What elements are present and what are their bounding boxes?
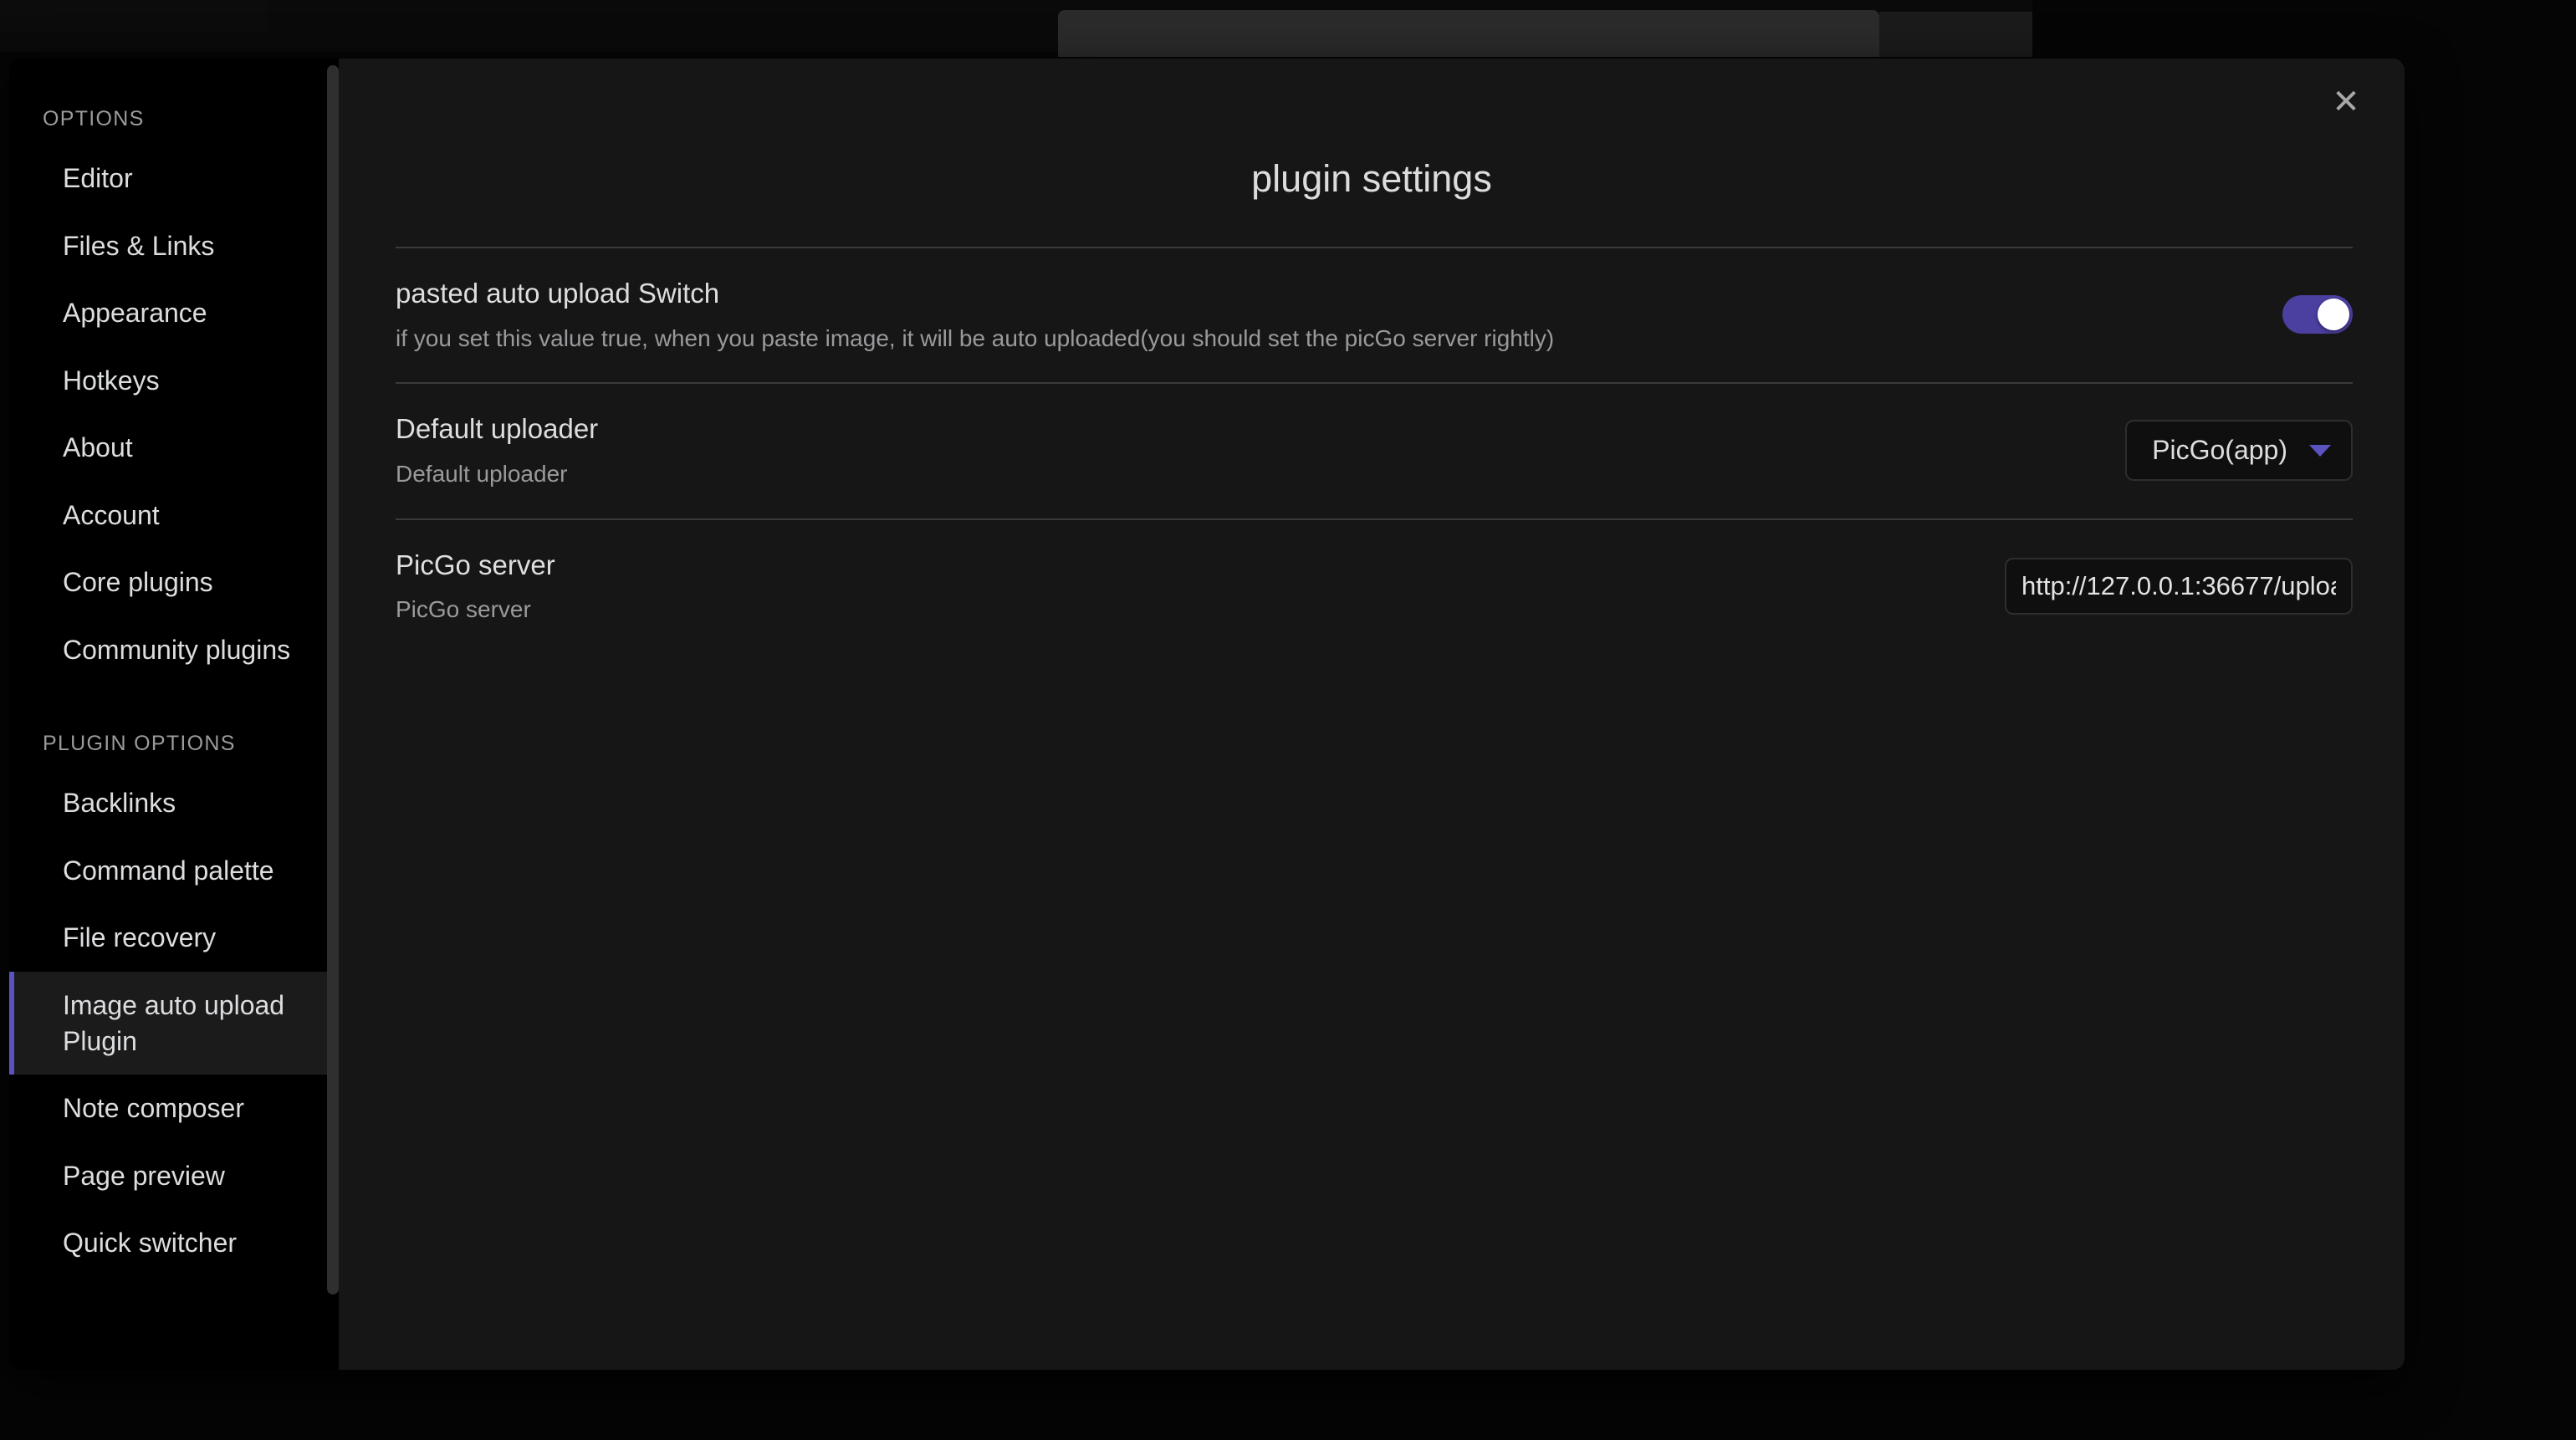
sidebar-item-note-composer[interactable]: Note composer bbox=[9, 1075, 339, 1142]
settings-list: pasted auto upload Switch if you set this… bbox=[396, 201, 2353, 654]
close-icon[interactable]: ✕ bbox=[2323, 79, 2369, 125]
chevron-down-icon bbox=[2309, 444, 2331, 457]
background-tab-close-icon[interactable]: × bbox=[1823, 50, 1836, 57]
sidebar-item-backlinks[interactable]: Backlinks bbox=[9, 769, 339, 837]
default-uploader-dropdown[interactable]: PicGo(app) bbox=[2125, 420, 2353, 482]
sidebar-scrollbar[interactable] bbox=[327, 65, 339, 1294]
settings-content: ✕ plugin settings pasted auto upload Swi… bbox=[339, 59, 2405, 1370]
setting-description: if you set this value true, when you pas… bbox=[396, 324, 1555, 351]
setting-info: pasted auto upload Switch if you set this… bbox=[396, 275, 2249, 354]
sidebar-item-command-palette[interactable]: Command palette bbox=[9, 837, 339, 905]
setting-name: PicGo server bbox=[396, 549, 555, 580]
settings-sidebar: OPTIONS Editor Files & Links Appearance Hotk… bbox=[9, 59, 339, 1370]
setting-name: Default uploader bbox=[396, 413, 599, 445]
auto-upload-toggle[interactable] bbox=[2282, 295, 2353, 334]
sidebar-item-hotkeys[interactable]: Hotkeys bbox=[9, 347, 339, 415]
setting-row: pasted auto upload Switch if you set this… bbox=[396, 247, 2353, 382]
background-tab-adjacent[interactable] bbox=[1879, 12, 2032, 57]
sidebar-item-image-auto-upload-plugin[interactable]: Image auto upload Plugin bbox=[9, 972, 339, 1075]
page-title: plugin settings bbox=[1251, 157, 1492, 200]
setting-description: PicGo server bbox=[396, 596, 531, 623]
background-window: 配置lskypro × bbox=[0, 0, 2032, 57]
setting-control bbox=[2282, 295, 2353, 334]
toggle-knob bbox=[2318, 299, 2349, 331]
picgo-server-input[interactable] bbox=[2005, 557, 2353, 615]
settings-modal: OPTIONS Editor Files & Links Appearance Hotk… bbox=[9, 59, 2405, 1370]
setting-info: Default uploader Default uploader bbox=[396, 411, 2092, 489]
sidebar-item-quick-switcher[interactable]: Quick switcher bbox=[9, 1209, 339, 1277]
screen: 配置lskypro × OPTIONS EditorFiles & LinksAp… bbox=[0, 0, 2576, 1440]
background-window-strip bbox=[0, 0, 268, 32]
sidebar-item-file-recovery[interactable]: File recovery bbox=[9, 904, 339, 972]
sidebar-item-account[interactable]: Account bbox=[9, 482, 339, 549]
sidebar-item-page-preview[interactable]: Page preview bbox=[9, 1142, 339, 1210]
sidebar-item-appearance[interactable]: Appearance bbox=[9, 279, 339, 347]
dropdown-value: PicGo(app) bbox=[2152, 435, 2287, 466]
sidebar-item-files-links[interactable]: Files & Links bbox=[9, 212, 339, 280]
sidebar-item-editor[interactable]: Editor bbox=[9, 145, 339, 212]
setting-info: PicGo server PicGo server bbox=[396, 547, 1971, 626]
setting-row: Default uploader Default uploader PicGo(ap… bbox=[396, 382, 2353, 518]
setting-name: pasted auto upload Switch bbox=[396, 278, 720, 309]
setting-row: PicGo server PicGo server bbox=[396, 518, 2353, 654]
sidebar-item-community-plugins[interactable]: Community plugins bbox=[9, 616, 339, 684]
background-tab[interactable]: 配置lskypro × bbox=[1058, 10, 1879, 57]
setting-control: PicGo(app) bbox=[2125, 420, 2353, 482]
sidebar-item-core-plugins[interactable]: Core plugins bbox=[9, 549, 339, 616]
sidebar-item-about[interactable]: About bbox=[9, 414, 339, 482]
background-tab-title: 配置lskypro bbox=[1081, 50, 1194, 57]
sidebar-group-heading: OPTIONS bbox=[43, 107, 145, 130]
setting-control bbox=[2005, 557, 2353, 615]
setting-description: Default uploader bbox=[396, 460, 568, 487]
settings-nav: OPTIONS Editor Files & Links Appearance Hotk… bbox=[9, 92, 339, 1277]
sidebar-group-heading: PLUGIN OPTIONS bbox=[43, 732, 236, 756]
